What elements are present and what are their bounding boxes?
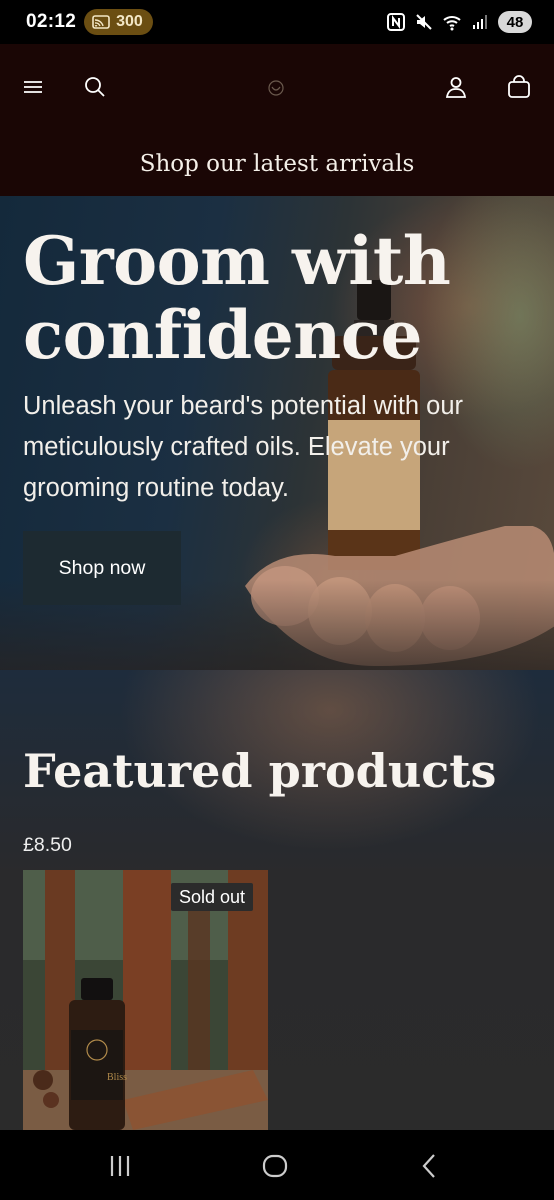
account-icon (445, 77, 467, 98)
wifi-icon (443, 16, 461, 31)
hero-title: Groom with confidence (23, 222, 451, 374)
product-price: £8.50 (23, 834, 72, 856)
cart-icon (508, 75, 530, 98)
hero-banner: Groom with confidence Unleash your beard… (0, 196, 554, 670)
cart-button[interactable] (506, 74, 532, 100)
search-button[interactable] (82, 74, 108, 100)
sold-out-badge: Sold out (171, 883, 254, 911)
site-header (0, 44, 554, 132)
status-time: 02:12 (26, 11, 77, 32)
home-icon[interactable] (261, 1152, 289, 1180)
signal-icon (473, 15, 487, 29)
system-nav-bar (0, 1130, 554, 1200)
featured-title: Featured products (23, 744, 497, 798)
battery-indicator: 48 (498, 11, 532, 33)
menu-icon (24, 81, 42, 93)
announcement-bar[interactable]: Shop our latest arrivals (0, 132, 554, 196)
featured-section: Featured products £8.50 Bliss (0, 670, 554, 1130)
cast-icon (92, 15, 110, 29)
menu-button[interactable] (20, 74, 46, 100)
back-icon[interactable] (416, 1152, 444, 1180)
account-button[interactable] (443, 74, 469, 100)
status-bar: 02:12 300 48 (0, 0, 554, 44)
logo-icon[interactable] (266, 78, 286, 98)
hero-subtitle: Unleash your beard's potential with our … (23, 392, 464, 502)
mute-icon (416, 14, 432, 30)
bottle-label: Bliss (107, 1072, 127, 1083)
cast-count: 300 (116, 13, 143, 30)
shop-now-button[interactable]: Shop now (23, 531, 181, 605)
search-icon (85, 77, 105, 97)
recents-icon[interactable] (106, 1152, 134, 1180)
cast-indicator[interactable]: 300 (84, 9, 153, 35)
nfc-icon (387, 13, 405, 31)
